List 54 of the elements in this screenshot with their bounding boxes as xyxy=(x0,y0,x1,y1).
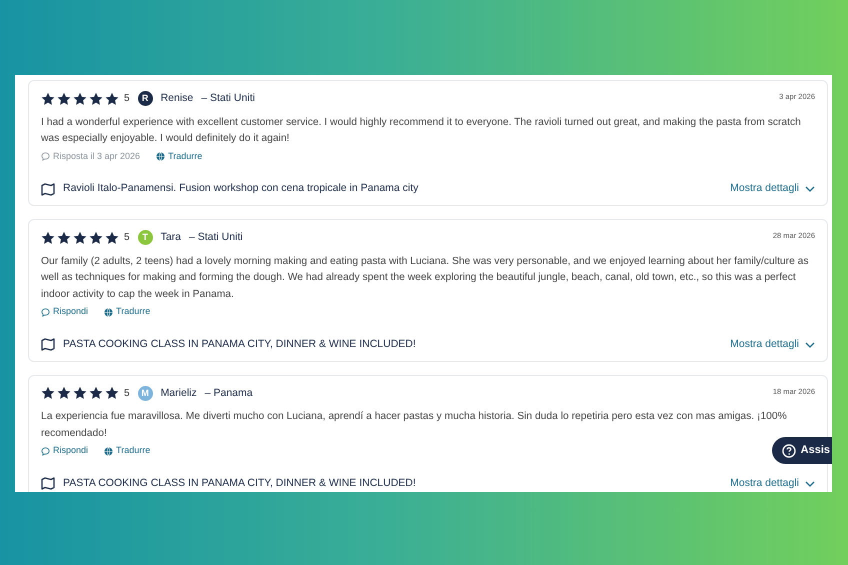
globe-icon xyxy=(104,308,114,316)
globe-icon xyxy=(104,446,114,456)
speech-bubble-icon xyxy=(41,152,50,161)
map-icon xyxy=(41,182,55,196)
author-country: – Stati Uniti xyxy=(201,91,255,106)
author-country: – Panama xyxy=(204,386,253,400)
globe-icon xyxy=(156,152,166,161)
chevron-down-icon xyxy=(805,342,815,348)
product-title[interactable]: Ravioli Italo-Panamensi. Fusion workshop con cena tropicale in Panama city xyxy=(63,181,418,197)
avatar: R xyxy=(138,91,153,106)
map-icon xyxy=(41,338,55,352)
show-details-button[interactable]: Mostra dettagli xyxy=(730,181,815,197)
product-title[interactable]: PASTA COOKING CLASS IN PANAMA CITY, DINNER & WINE INCLUDED! xyxy=(63,336,416,352)
star-icon xyxy=(73,386,87,400)
show-details-button[interactable]: Mostra dettagli xyxy=(730,336,815,352)
avatar: M xyxy=(138,386,153,401)
product-title[interactable]: PASTA COOKING CLASS IN PANAMA CITY, DINNER & WINE INCLUDED! xyxy=(63,476,416,492)
star-icon xyxy=(57,230,71,245)
star-icon xyxy=(41,230,55,245)
star-icon xyxy=(105,230,119,245)
star-icon xyxy=(89,386,103,400)
help-icon xyxy=(782,444,796,458)
author-name: Renise xyxy=(160,91,194,106)
star-icon xyxy=(105,92,119,106)
speech-bubble-icon xyxy=(41,308,50,316)
rating-value: 5 xyxy=(124,92,130,106)
reply-link[interactable]: Rispondi xyxy=(41,444,88,458)
show-details-button[interactable]: Mostra dettagli xyxy=(730,476,815,492)
star-icon xyxy=(57,386,71,400)
author-name: Tara xyxy=(160,230,181,245)
reply-link[interactable]: Rispondi xyxy=(41,305,88,319)
star-icon xyxy=(89,92,103,106)
review-text: I had a wonderful experience with excellent customer service. I would highly recommend it to everyone. The ravioli turned out great, and making the pasta from scratch was especially enjoyable. I would definitely do it again! xyxy=(41,116,802,146)
star-icon xyxy=(41,92,55,106)
avatar: T xyxy=(138,230,153,246)
rating-value: 5 xyxy=(124,231,130,246)
author-country: – Stati Uniti xyxy=(189,230,243,245)
map-icon xyxy=(41,477,55,490)
translate-link[interactable]: Tradurre xyxy=(104,305,150,319)
translate-link[interactable]: Tradurre xyxy=(156,150,202,164)
translate-link[interactable]: Tradurre xyxy=(104,444,150,458)
help-button[interactable]: Assis xyxy=(772,437,832,464)
star-icon xyxy=(41,386,55,400)
star-icon xyxy=(73,230,87,245)
star-icon xyxy=(105,386,119,400)
speech-bubble-icon xyxy=(41,446,50,456)
author-name: Marieliz xyxy=(160,386,197,400)
rating-value: 5 xyxy=(124,386,130,401)
chevron-down-icon xyxy=(805,186,815,192)
star-icon xyxy=(89,230,103,245)
review-text: Our family (2 adults, 2 teens) had a lovely morning making and eating pasta with Luciana. She was very personable, and we enjoyed learning about her family/culture as well as techniques for making and forming the dough. We had already spent the week exploring the beautiful jungle, beach, canal, old town, etc., so this was a perfect indoor activity to cap the week in Panama. xyxy=(41,254,810,302)
star-icon xyxy=(73,92,87,106)
star-icon xyxy=(57,92,71,106)
chevron-down-icon xyxy=(805,480,815,487)
